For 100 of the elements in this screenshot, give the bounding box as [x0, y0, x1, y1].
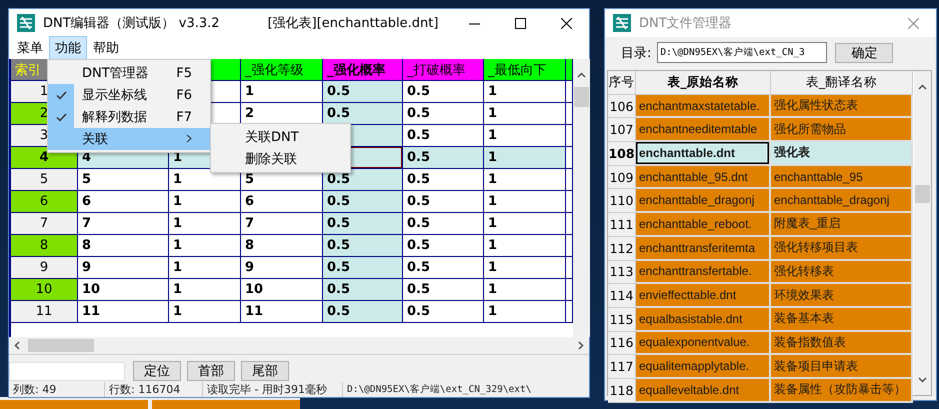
table-cell[interactable]: 装备基本表: [771, 308, 913, 332]
scroll-down-icon[interactable]: [918, 375, 927, 384]
row-header[interactable]: 7: [11, 213, 78, 235]
table-cell: 6: [78, 191, 169, 213]
toolbar-button[interactable]: 尾部: [241, 361, 289, 381]
scrollbar-thumb[interactable]: [28, 339, 94, 352]
table-cell[interactable]: 装备属性（攻防暴击等）: [771, 378, 913, 403]
column-header[interactable]: 表_翻译名称: [771, 71, 913, 95]
row-number: 111: [608, 213, 636, 237]
table-cell: 0.5: [323, 213, 403, 235]
table-cell: 0.5: [403, 169, 484, 191]
table-cell[interactable]: equalbasistable.dnt: [636, 308, 771, 332]
table-cell[interactable]: 强化所需物品: [771, 118, 913, 142]
table-cell[interactable]: equalexponentvalue.: [636, 332, 771, 356]
table-cell[interactable]: envieffecttable.dnt: [636, 284, 771, 308]
row-number: 110: [608, 189, 636, 214]
table-cell[interactable]: enchanttable_95: [771, 166, 913, 190]
table-cell[interactable]: 装备指数值表: [771, 332, 913, 356]
table-cell: 1: [484, 301, 566, 323]
status-text: 读取完毕 - 用时391毫秒: [203, 382, 343, 396]
scroll-up-icon[interactable]: [918, 83, 927, 92]
table-cell[interactable]: enchantmaxstatetable.: [636, 94, 771, 118]
table-cell: 9: [241, 257, 323, 279]
table-cell: 7: [78, 213, 169, 235]
table-cell: 5: [78, 169, 169, 191]
menu-option[interactable]: 关联DNT: [211, 126, 350, 148]
row-header[interactable]: 8: [11, 235, 78, 257]
table-cell[interactable]: 附魔表_重启: [771, 213, 913, 237]
table-cell: 7: [241, 213, 323, 235]
table-cell[interactable]: 装备项目申请表: [771, 355, 913, 379]
table-cell: 8: [241, 235, 323, 257]
column-header[interactable]: 表_原始名称: [636, 71, 771, 95]
menu-option[interactable]: 关联: [48, 128, 210, 150]
row-number: 107: [608, 118, 636, 142]
column-header[interactable]: _最低向下: [484, 59, 566, 82]
row-header[interactable]: 5: [11, 169, 78, 191]
table-cell: 6: [241, 191, 323, 213]
table-cell[interactable]: 强化转移表: [771, 260, 913, 284]
directory-field[interactable]: D:\@DN95EX\客户端\ext_CN_3: [657, 42, 828, 63]
table-cell[interactable]: enchanttable.dnt: [636, 142, 771, 166]
table-cell: 1: [484, 147, 566, 169]
row-header[interactable]: 10: [11, 279, 78, 301]
table-cell: 0.5: [403, 103, 484, 125]
table-cell[interactable]: equalitemapplytable.: [636, 355, 771, 379]
vertical-scrollbar[interactable]: [914, 71, 931, 395]
confirm-button[interactable]: 确定: [835, 42, 894, 62]
table-cell: 0.5: [323, 301, 403, 323]
close-icon: [560, 18, 572, 28]
scroll-right-icon[interactable]: [576, 341, 585, 350]
menu-item[interactable]: 功能: [49, 36, 87, 60]
table-cell: 1: [484, 235, 566, 257]
directory-label: 目录:: [621, 44, 652, 62]
table-cell: 1: [484, 257, 566, 279]
table-cell: 0.5: [323, 81, 403, 103]
app-logo-icon: [17, 14, 35, 32]
horizontal-scrollbar[interactable]: [9, 337, 589, 355]
table-cell: 8: [78, 235, 169, 257]
row-number: 112: [608, 236, 636, 260]
table-cell: 1: [484, 103, 566, 125]
table-cell[interactable]: 强化转移项目表: [771, 236, 913, 260]
scrollbar-thumb[interactable]: [915, 185, 930, 203]
scrollbar-thumb[interactable]: [574, 87, 589, 107]
table-cell[interactable]: enchanttable_95.dnt: [636, 166, 771, 190]
table-cell: 0.5: [323, 279, 403, 301]
table-cell: 0.5: [323, 191, 403, 213]
table-cell[interactable]: enchanttable_dragonj: [636, 189, 771, 214]
scroll-left-icon[interactable]: [13, 341, 22, 350]
search-field[interactable]: [9, 362, 125, 381]
table-cell: 0.5: [323, 169, 403, 191]
column-header[interactable]: [566, 59, 573, 82]
table-cell[interactable]: 环境效果表: [771, 284, 913, 308]
status-text: D:\@DN95EX\客户端\ext_CN_329\ext\: [346, 382, 532, 396]
table-cell: 9: [78, 257, 169, 279]
row-header[interactable]: 6: [11, 191, 78, 213]
maximize-icon: [514, 18, 526, 28]
column-header[interactable]: _强化等级: [241, 59, 323, 82]
row-header[interactable]: 9: [11, 257, 78, 279]
column-header[interactable]: 序号: [608, 71, 636, 95]
table-cell: 0.5: [403, 147, 484, 169]
table-cell[interactable]: enchantneeditemtable: [636, 118, 771, 142]
table-cell: 0.5: [403, 279, 484, 301]
vertical-scrollbar[interactable]: [573, 59, 590, 337]
table-cell[interactable]: enchanttable_reboot.: [636, 213, 771, 237]
app-logo-icon: [613, 14, 631, 32]
menu-item[interactable]: 帮助: [87, 36, 125, 60]
table-cell[interactable]: 强化属性状态表: [771, 94, 913, 118]
column-header[interactable]: _强化概率: [323, 59, 403, 82]
table-cell[interactable]: 强化表: [771, 142, 913, 166]
table-cell: 0.5: [403, 257, 484, 279]
toolbar-button[interactable]: 定位: [133, 361, 181, 381]
table-cell: 0.5: [403, 301, 484, 323]
menu-item[interactable]: 菜单: [11, 36, 49, 60]
column-header[interactable]: _打破概率: [403, 59, 484, 82]
scroll-up-icon[interactable]: [577, 71, 586, 80]
toolbar-button[interactable]: 首部: [187, 361, 235, 381]
table-cell[interactable]: enchanttable_dragonj: [771, 189, 913, 214]
row-header[interactable]: 11: [11, 301, 78, 323]
table-cell[interactable]: equalleveltable.dnt: [636, 378, 771, 403]
table-cell[interactable]: enchanttransfertable.: [636, 260, 771, 284]
table-cell[interactable]: enchanttransferitemta: [636, 236, 771, 260]
